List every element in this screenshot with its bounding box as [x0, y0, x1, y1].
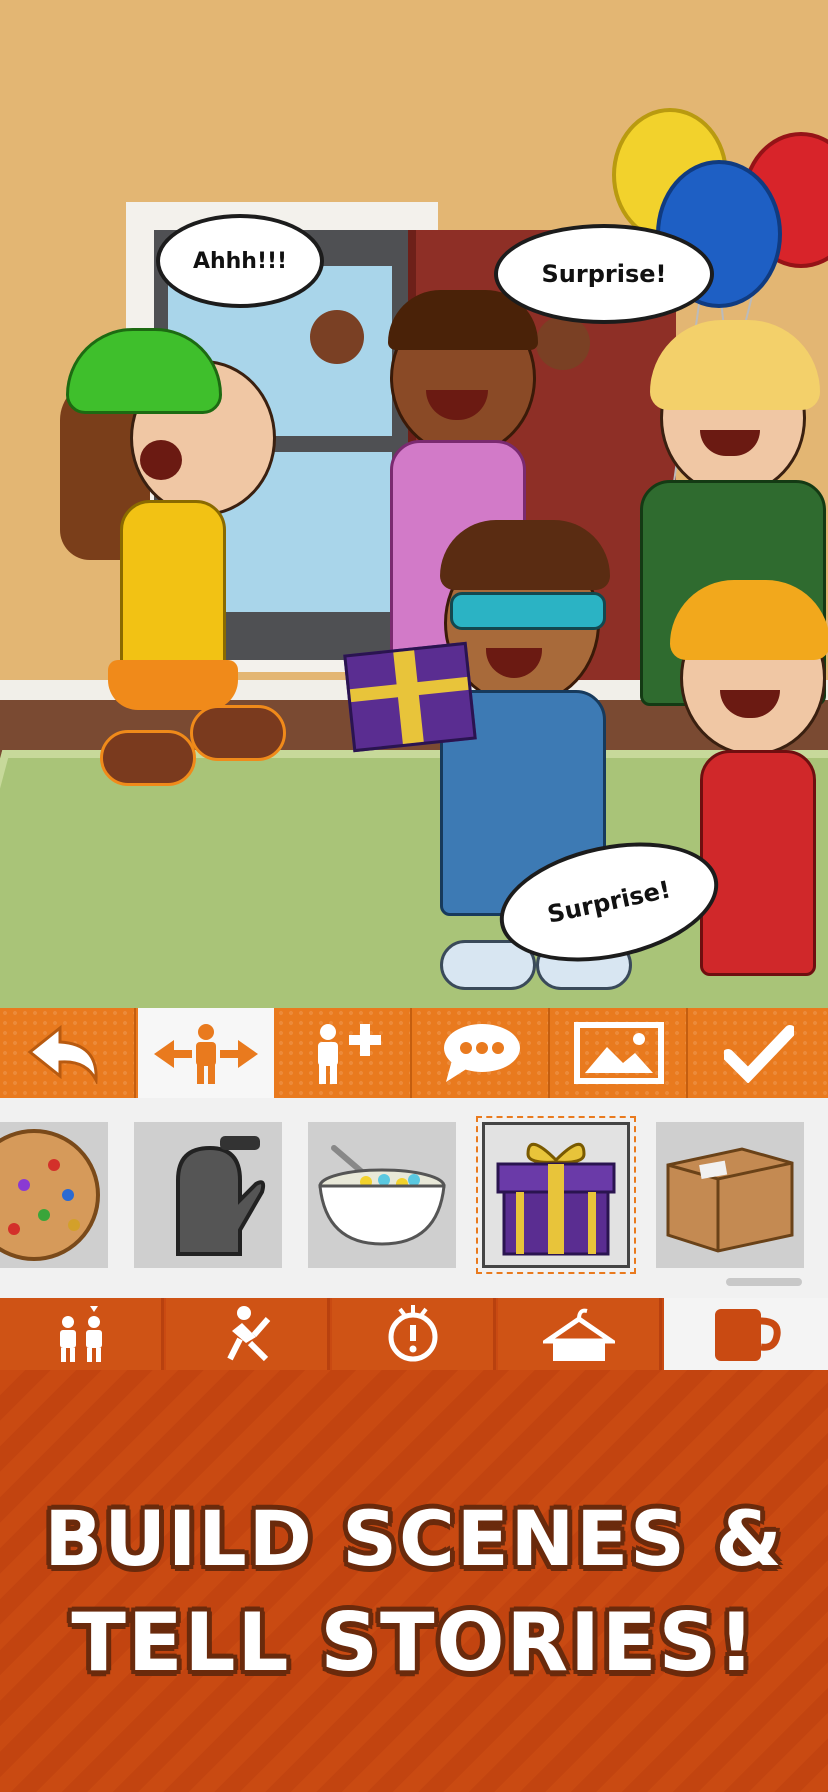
image-icon	[574, 1022, 664, 1084]
hanger-icon	[542, 1308, 615, 1361]
tray-item-gift-box[interactable]	[476, 1116, 636, 1274]
speech-text-bottom: Surprise!	[544, 875, 674, 929]
oven-mitt-icon	[176, 1136, 266, 1256]
tab-expressions[interactable]	[332, 1298, 496, 1370]
speech-bubble-left[interactable]: Ahhh!!!	[156, 214, 324, 308]
move-character-icon	[154, 1024, 258, 1084]
expression-icon	[388, 1305, 437, 1362]
promo-headline-line2: TELL STORIES!	[71, 1596, 757, 1689]
gift-box-prop[interactable]	[343, 641, 477, 753]
undo-button[interactable]	[0, 1008, 136, 1098]
speech-bubble-button[interactable]	[414, 1008, 550, 1098]
item-tray[interactable]	[0, 1098, 828, 1298]
add-character-button[interactable]	[276, 1008, 412, 1098]
editor-toolbar	[0, 1008, 828, 1098]
add-character-icon	[318, 1024, 381, 1084]
move-tool-button[interactable]	[138, 1008, 274, 1098]
gift-box-icon	[496, 1143, 616, 1256]
speech-text-top-right: Surprise!	[541, 260, 667, 288]
tray-item-cardboard-box[interactable]	[656, 1122, 804, 1268]
pose-icon	[226, 1306, 270, 1362]
done-button[interactable]	[690, 1008, 828, 1098]
tab-characters[interactable]	[0, 1298, 164, 1370]
character-girl-red-dress[interactable]	[660, 580, 828, 1008]
promo-banner: BUILD SCENES & TELL STORIES!	[0, 1370, 828, 1792]
tab-clothing[interactable]	[498, 1298, 662, 1370]
tray-item-oven-mitt[interactable]	[134, 1122, 282, 1268]
background-button[interactable]	[552, 1008, 688, 1098]
speech-bubble-icon	[444, 1024, 520, 1082]
category-tabs	[0, 1298, 828, 1370]
cookie-icon	[0, 1129, 100, 1261]
scene-canvas[interactable]: Ahhh!!! Surprise! Surprise!	[0, 0, 828, 1008]
cardboard-box-icon	[666, 1147, 794, 1253]
undo-arrow-icon	[27, 1024, 98, 1084]
checkmark-icon	[724, 1025, 794, 1083]
speech-text-left: Ahhh!!!	[192, 248, 288, 274]
tray-item-cookie[interactable]	[0, 1122, 108, 1268]
tray-scrollbar[interactable]	[726, 1278, 802, 1286]
tab-poses[interactable]	[166, 1298, 330, 1370]
character-girl-green-hat[interactable]	[60, 320, 286, 800]
speech-bubble-top-right[interactable]: Surprise!	[494, 224, 714, 324]
mug-icon	[715, 1309, 781, 1361]
characters-icon	[59, 1306, 102, 1362]
cereal-bowl-icon	[318, 1145, 446, 1246]
promo-headline-line1: BUILD SCENES &	[44, 1494, 784, 1583]
tab-props[interactable]	[664, 1298, 828, 1370]
tray-item-cereal-bowl[interactable]	[308, 1122, 456, 1268]
